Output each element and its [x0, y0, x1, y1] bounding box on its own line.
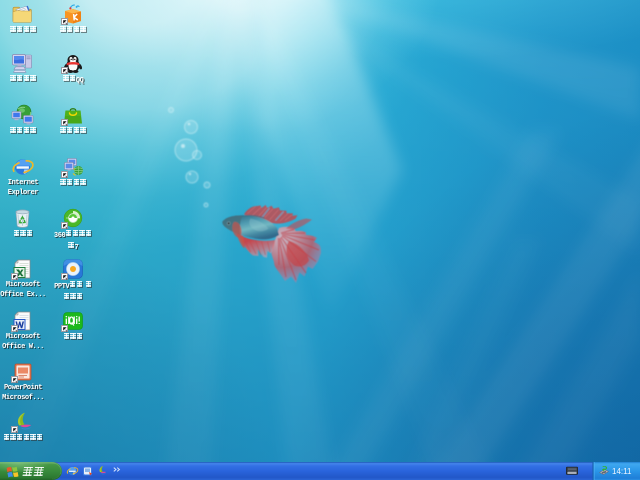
svg-text:14:11: 14:11 [612, 467, 632, 476]
